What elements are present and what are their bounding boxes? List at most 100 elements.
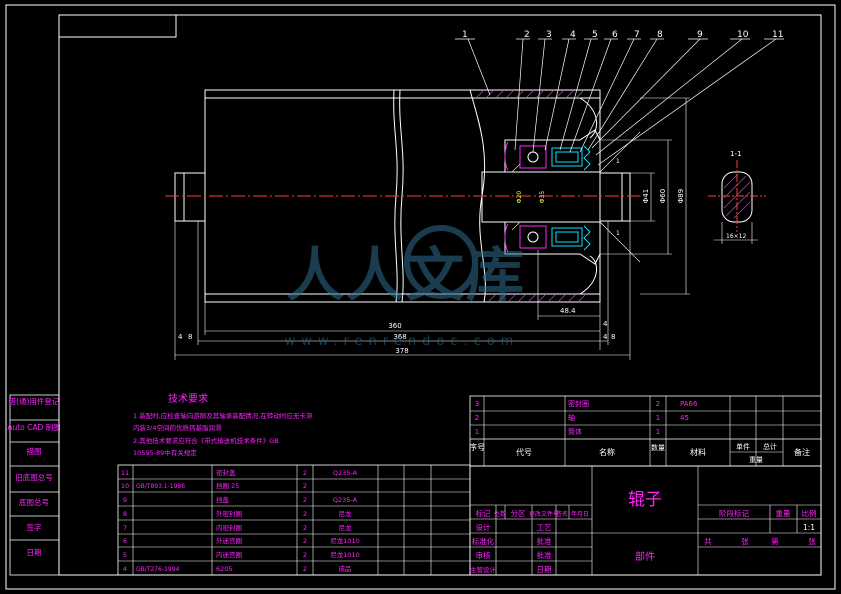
pl-mat-5: 尼龙1010	[330, 536, 360, 545]
pu-h-code: 代号	[516, 447, 532, 457]
dim-phi60: Φ60	[659, 189, 667, 203]
pu-qty-0: 2	[656, 400, 660, 408]
tb-design: 设计	[476, 522, 491, 532]
strip-signature: 签字	[27, 522, 42, 532]
pl-name-1: 挡圈 25	[216, 481, 239, 490]
pl-qty-0: 2	[303, 469, 307, 477]
tb-review: 审核	[476, 550, 491, 560]
pu-h-unit: 单件	[736, 442, 750, 451]
pl-name-6: 内迷宫圈	[216, 550, 242, 559]
dim-4-left: 4	[178, 333, 183, 341]
pu-no-2: 1	[475, 428, 479, 436]
pl-qty-1: 2	[303, 482, 307, 490]
pl-mat-6: 尼龙1010	[330, 550, 360, 559]
pl-qty-3: 2	[303, 510, 307, 518]
tb-total: 共	[704, 537, 712, 546]
balloon-10: 10	[737, 30, 749, 40]
balloon-5: 5	[592, 30, 598, 40]
tb-sheets-1: 张	[741, 537, 749, 546]
tb-scale-label: 比例	[802, 508, 817, 518]
tech-req-line-1: 1.装配时,应检查轴向游隙及其轴承装配情况,在转动时应无卡滞	[133, 411, 313, 420]
pl-code-1: GB/T893.1-1986	[136, 483, 185, 490]
tb-process: 工艺	[537, 523, 552, 532]
pu-h-remark: 备注	[794, 447, 810, 457]
watermark-url: www.renrendoc.com	[285, 334, 520, 349]
pl-no-6: 5	[123, 551, 127, 559]
strip-drawing-no: 底图总号	[19, 497, 49, 507]
left-strip: 借(通)用件登记 Auto CAD 制图 描图 旧底图总号 底图总号 签字 日期	[7, 394, 61, 576]
strip-trace: 描图	[27, 446, 42, 456]
tb-drawing-sub: 部件	[635, 550, 655, 563]
pl-no-1: 10	[121, 482, 129, 490]
tb-no: 第	[771, 536, 779, 546]
balloon-4: 4	[570, 30, 576, 40]
tb-scale-value: 1:1	[803, 523, 815, 532]
tb-sheets-2: 张	[808, 537, 816, 546]
tb-chief: 主管设计	[470, 565, 497, 574]
strip-autocad: Auto CAD 制图	[7, 422, 60, 432]
dim-8-left: 8	[188, 333, 192, 341]
pu-mat-1: 45	[680, 414, 689, 422]
pl-no-7: 4	[123, 565, 127, 573]
dim-48-4: 48.4	[560, 307, 576, 315]
pl-name-7: 6205	[216, 565, 233, 573]
pl-qty-6: 2	[303, 551, 307, 559]
section-label: 1-1	[730, 150, 741, 158]
pl-no-5: 6	[123, 537, 127, 545]
strip-borrowed: 借(通)用件登记	[9, 396, 60, 406]
tech-req-title: 技术要求	[168, 392, 208, 405]
pl-qty-5: 2	[303, 537, 307, 545]
balloon-8: 8	[657, 30, 663, 40]
pu-h-weight: 重量	[749, 456, 763, 464]
pl-qty-4: 2	[303, 524, 307, 532]
code-box	[58, 14, 177, 38]
pl-no-2: 9	[123, 496, 127, 504]
pl-name-2: 挡盖	[216, 495, 230, 504]
tech-req-line-2: 内装3/4空间的优质钙基脂润滑	[133, 423, 222, 432]
tb-approve-2: 批准	[537, 550, 552, 560]
pl-mat-3: 尼龙	[339, 509, 353, 518]
tb-drawing-name: 辊子	[628, 490, 662, 510]
pu-no-1: 2	[475, 414, 479, 422]
tb-date: 日期	[537, 565, 552, 574]
pl-code-7: GB/T276-1994	[136, 566, 180, 573]
strip-old-drawing-no: 旧底图总号	[15, 472, 53, 482]
pu-h-qty: 数量	[651, 443, 665, 452]
balloon-7: 7	[634, 30, 640, 40]
balloon-1: 1	[462, 30, 468, 40]
view-mark-top: 1	[616, 158, 620, 165]
shaft-end-left	[174, 172, 206, 222]
pl-mat-4: 尼龙	[339, 523, 353, 532]
pl-name-4: 内密封圈	[216, 523, 242, 532]
pu-qty-1: 1	[656, 414, 660, 422]
dim-4-right-top: 4	[603, 320, 608, 328]
dim-8-right: 8	[611, 333, 615, 341]
dim-phi41: Φ41	[642, 189, 650, 203]
pu-name-2: 筒体	[568, 427, 582, 436]
pl-name-0: 密封盖	[216, 468, 236, 477]
balloon-2: 2	[524, 30, 530, 40]
pu-mat-0: PA66	[680, 400, 698, 408]
tb-rev-count: 处数	[494, 510, 506, 518]
pu-h-name: 名称	[599, 447, 615, 457]
pl-name-3: 外密封圈	[216, 509, 242, 518]
view-mark-bottom: 1	[616, 230, 620, 237]
pu-h-mat: 材料	[690, 447, 706, 457]
strip-date: 日期	[27, 548, 42, 557]
pl-mat-7: 成品	[339, 564, 352, 573]
pl-no-0: 11	[121, 469, 129, 477]
tech-req-line-3: 2.其他技术要求应符合《带式输送机技术条件》GB	[133, 436, 279, 445]
technical-requirements: 技术要求 1.装配时,应检查轴向游隙及其轴承装配情况,在转动时应无卡滞 内装3/…	[133, 392, 313, 457]
pl-no-3: 8	[123, 510, 127, 518]
balloon-6: 6	[612, 30, 618, 40]
leader-lines	[455, 38, 784, 166]
pu-no-0: 3	[475, 400, 479, 408]
watermark-cn: 人人文库	[286, 241, 526, 309]
shaft-end-right	[599, 172, 631, 222]
pl-no-4: 7	[123, 524, 127, 532]
pu-name-1: 轴	[568, 413, 575, 422]
balloon-9: 9	[697, 30, 703, 40]
section-dim: 16×12	[726, 233, 746, 240]
tb-standard: 标准化	[472, 536, 495, 546]
pl-qty-2: 2	[303, 496, 307, 504]
